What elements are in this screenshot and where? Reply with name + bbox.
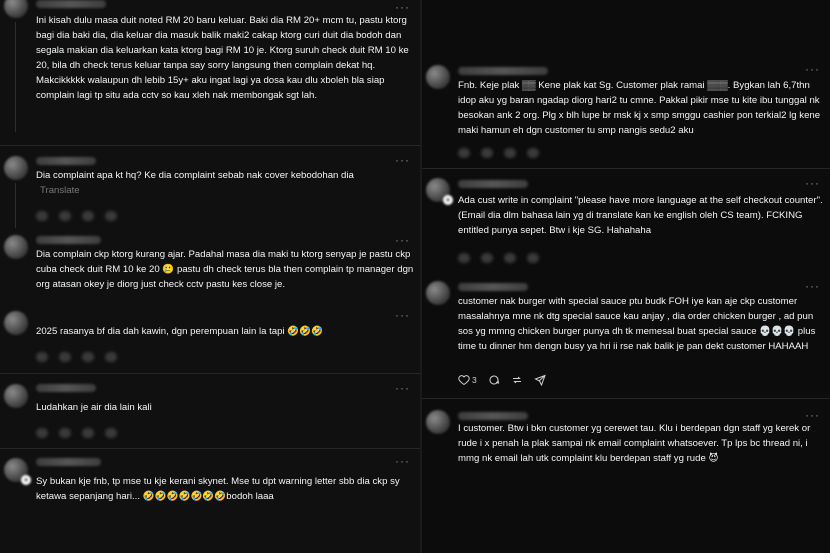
reply-text: Ada cust write in complaint "please have…	[458, 195, 823, 236]
action-bar	[36, 209, 117, 223]
like-count: 3	[472, 375, 477, 385]
thread-reply: ··· I customer. Btw i bkn customer yg ce…	[422, 402, 830, 553]
reply-text: Ini kisah dulu masa duit noted RM 20 bar…	[36, 15, 409, 101]
comment-icon[interactable]	[59, 428, 71, 438]
action-bar	[36, 350, 117, 364]
thread-reply: ··· Dia complain ckp ktorg kurang ajar. …	[0, 233, 420, 313]
divider	[422, 168, 830, 169]
more-options-icon[interactable]: ···	[395, 381, 410, 395]
divider	[0, 373, 420, 374]
thread-reply: ··· Fnb. Keje plak ▒▒ Kene plak kat Sg. …	[422, 62, 830, 167]
thread-reply: + ··· Ada cust write in complaint "pleas…	[422, 172, 830, 272]
reply-button[interactable]	[488, 374, 500, 386]
like-icon[interactable]	[458, 148, 470, 158]
share-icon	[533, 374, 546, 386]
more-options-icon[interactable]: ···	[805, 279, 820, 293]
repost-button[interactable]	[511, 374, 523, 386]
avatar[interactable]	[4, 156, 28, 180]
avatar[interactable]	[4, 235, 28, 259]
like-button[interactable]: 3	[458, 374, 477, 386]
reply-text: Ludahkan je air dia lain kali	[36, 402, 152, 413]
like-icon[interactable]	[458, 253, 470, 263]
more-options-icon[interactable]: ···	[395, 233, 410, 247]
reply-text: 2025 rasanya bf dia dah kawin, dgn perem…	[36, 326, 324, 337]
username[interactable]	[458, 180, 528, 188]
share-icon[interactable]	[105, 428, 117, 438]
divider	[0, 145, 420, 146]
avatar[interactable]	[4, 0, 28, 18]
thread-reply: + ··· Sy bukan kje fnb, tp mse tu kje ke…	[0, 452, 420, 553]
like-icon[interactable]	[36, 352, 48, 362]
action-bar	[458, 251, 539, 265]
repost-icon[interactable]	[82, 211, 94, 221]
share-icon[interactable]	[527, 148, 539, 158]
avatar[interactable]	[4, 384, 28, 408]
thread-reply: ··· Ini kisah dulu masa duit noted RM 20…	[0, 0, 420, 150]
repost-icon[interactable]	[82, 352, 94, 362]
thread-line	[15, 183, 16, 228]
right-thread-column: ··· Fnb. Keje plak ▒▒ Kene plak kat Sg. …	[422, 0, 830, 553]
username[interactable]	[36, 157, 96, 165]
repost-icon[interactable]	[504, 148, 516, 158]
divider	[0, 448, 420, 449]
reply-text: I customer. Btw i bkn customer yg cerewe…	[458, 423, 811, 464]
more-options-icon[interactable]: ···	[395, 153, 410, 167]
username[interactable]	[36, 458, 101, 466]
share-icon[interactable]	[527, 253, 539, 263]
more-options-icon[interactable]: ···	[805, 62, 820, 76]
more-options-icon[interactable]: ···	[805, 408, 820, 422]
thread-line	[15, 22, 16, 132]
repost-icon	[512, 376, 521, 384]
avatar[interactable]	[4, 311, 28, 335]
username[interactable]	[458, 412, 528, 420]
username[interactable]	[458, 283, 528, 291]
repost-icon[interactable]	[82, 428, 94, 438]
reply-text: Dia complain ckp ktorg kurang ajar. Pada…	[36, 249, 414, 290]
like-icon[interactable]	[36, 428, 48, 438]
comment-icon[interactable]	[59, 211, 71, 221]
comment-icon[interactable]	[59, 352, 71, 362]
share-button[interactable]	[533, 374, 546, 386]
heart-icon	[458, 375, 470, 386]
share-icon[interactable]	[105, 211, 117, 221]
comment-icon[interactable]	[481, 148, 493, 158]
username[interactable]	[36, 0, 106, 8]
reply-text: customer nak burger with special sauce p…	[458, 296, 816, 352]
comment-icon	[489, 375, 499, 385]
avatar[interactable]	[426, 65, 450, 89]
avatar[interactable]: +	[4, 458, 31, 485]
username[interactable]	[458, 67, 548, 75]
thread-reply: ··· Ludahkan je air dia lain kali	[0, 378, 420, 448]
action-bar	[36, 426, 117, 440]
avatar[interactable]	[426, 410, 450, 434]
like-icon[interactable]	[36, 211, 48, 221]
repost-icon[interactable]	[504, 253, 516, 263]
reply-text: Sy bukan kje fnb, tp mse tu kje kerani s…	[36, 476, 400, 502]
action-bar: 3	[458, 373, 546, 387]
left-thread-column: ··· Ini kisah dulu masa duit noted RM 20…	[0, 0, 420, 553]
thread-reply: ··· customer nak burger with special sau…	[422, 275, 830, 395]
avatar[interactable]: +	[426, 178, 453, 205]
divider	[422, 398, 830, 399]
more-options-icon[interactable]: ···	[395, 0, 410, 14]
action-bar	[458, 146, 539, 160]
more-options-icon[interactable]: ···	[395, 454, 410, 468]
more-options-icon[interactable]: ···	[395, 308, 410, 322]
avatar[interactable]	[426, 281, 450, 305]
more-options-icon[interactable]: ···	[805, 176, 820, 190]
reply-text: Dia complaint apa kt hq? Ke dia complain…	[36, 168, 386, 198]
username[interactable]	[36, 236, 101, 244]
username[interactable]	[36, 384, 96, 392]
translate-link[interactable]: Translate	[40, 185, 80, 196]
reply-text: Fnb. Keje plak ▒▒ Kene plak kat Sg. Cust…	[458, 80, 821, 136]
share-icon[interactable]	[105, 352, 117, 362]
reply-text-content: Dia complaint apa kt hq? Ke dia complain…	[36, 170, 354, 181]
thread-reply: ··· Dia complaint apa kt hq? Ke dia comp…	[0, 153, 420, 233]
comment-icon[interactable]	[481, 253, 493, 263]
thread-reply: ··· 2025 rasanya bf dia dah kawin, dgn p…	[0, 308, 420, 373]
